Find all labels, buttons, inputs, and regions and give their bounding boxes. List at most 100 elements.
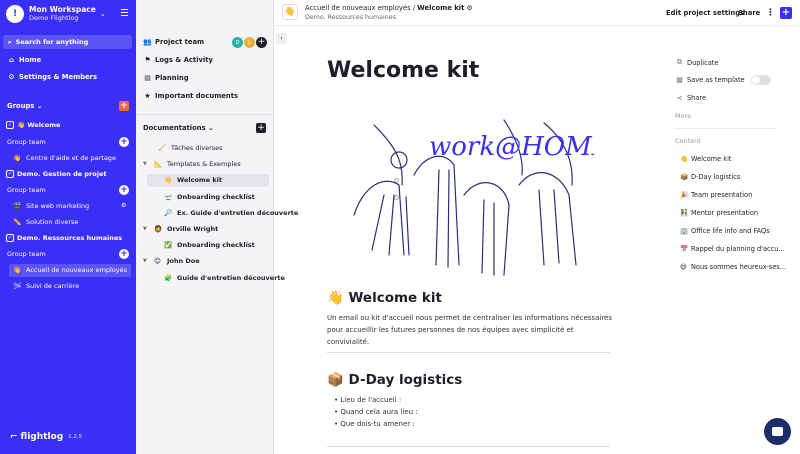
save-as-template-toggle[interactable] [751, 75, 771, 85]
settings-small-icon[interactable]: ⚙ [467, 4, 473, 12]
group-name: Demo. Ressources humaines [17, 234, 123, 242]
toc-item[interactable]: 📅 Rappel du planning d'accu... [680, 245, 785, 253]
add-documentation-button[interactable]: + [256, 123, 266, 133]
groups-header[interactable]: Groups ⌄ [7, 102, 42, 110]
group-ressources-humaines[interactable]: ✓ Demo. Ressources humaines [6, 234, 122, 242]
sidebar-item-home[interactable]: ⌂ Home [7, 56, 41, 64]
tree-item[interactable]: 🛫 Onboarding checklist [153, 193, 255, 201]
brand-name: flightlog [20, 432, 64, 442]
group-team-label[interactable]: Group team [7, 250, 46, 258]
breadcrumb-current: Welcome kit [417, 4, 465, 12]
duplicate-button[interactable]: ⧉ Duplicate [675, 58, 718, 67]
bullet-text: Quand cela aura lieu : [340, 408, 418, 416]
top-bar: 👋 Accueil de nouveaux employés / Welcome… [274, 0, 800, 26]
add-doc-button[interactable]: + [119, 249, 129, 259]
add-member-button[interactable]: + [256, 37, 267, 48]
panel-item-project-team[interactable]: 👥 Project team [143, 38, 204, 46]
group-gestion-projet[interactable]: ✓ Demo. Gestion de projet [6, 170, 106, 178]
section-paragraph: Un email ou kit d'accueil nous permet de… [327, 314, 612, 346]
doc-label: Suivi de carrière [26, 282, 80, 290]
groups-label: Groups [7, 102, 35, 110]
project-panel: 👥 Project team D L + ⚑ Logs & Activity ▤… [136, 0, 399, 454]
avatar[interactable]: D [232, 37, 243, 48]
toc-item[interactable]: 👫 Mentor presentation [680, 209, 758, 217]
more-link[interactable]: More [675, 112, 691, 120]
wave-icon: 👋 [13, 154, 22, 162]
main-sidebar: ! Mon Workspace Demo Flightlog ⌄ ⌕ Searc… [0, 0, 136, 454]
doc-label: Solution diverse [26, 218, 79, 226]
search-input[interactable]: ⌕ Search for anything [3, 35, 132, 49]
workspace-logo: ! [6, 5, 24, 23]
more-options-icon[interactable]: ⋮ [766, 8, 775, 18]
tree-item-label: John Doe [167, 257, 200, 265]
menu-icon[interactable] [121, 9, 128, 18]
collapse-panel-icon[interactable]: ‹ [276, 33, 287, 44]
group-welcome[interactable]: ✓ 👋 Welcome [6, 121, 60, 129]
tree-item[interactable]: ✅ Onboarding checklist [153, 241, 255, 249]
doc-emoji-icon[interactable]: 👋 [282, 4, 298, 20]
sidebar-doc-item[interactable]: 🎬 Site web marketing [13, 202, 89, 210]
magnifier-icon: 🔎 [164, 209, 173, 217]
edit-project-settings-button[interactable]: Edit project settings [666, 9, 744, 17]
workspace-switcher[interactable]: ! Mon Workspace Demo Flightlog ⌄ [6, 4, 106, 24]
toc-item[interactable]: 🏢 Office life info and FAQs [680, 227, 770, 235]
doc-label: Site web marketing [26, 202, 90, 210]
toc-label: Team presentation [691, 191, 753, 199]
add-button[interactable]: + [780, 7, 792, 19]
divider [327, 446, 610, 447]
tree-item[interactable]: 🧹 Tâches diverses [147, 144, 223, 152]
tree-folder[interactable]: ▼ 🧔 Orville Wright [143, 225, 218, 233]
toc-item[interactable]: 😄 Nous sommes heureux·ses... [680, 263, 786, 271]
tree-folder[interactable]: ▼ 😊 John Doe [143, 257, 200, 265]
add-doc-button[interactable]: + [119, 137, 129, 147]
panel-item-important-docs[interactable]: ★ Important documents [143, 92, 238, 100]
documentations-header[interactable]: Documentations ⌄ [143, 124, 214, 132]
breadcrumb: Accueil de nouveaux employés / Welcome k… [305, 4, 473, 12]
bullet-item: • Lieu de l'accueil : [334, 396, 402, 404]
panel-item-logs[interactable]: ⚑ Logs & Activity [143, 56, 213, 64]
panel-item-planning[interactable]: ▤ Planning [143, 74, 188, 82]
team-avatars[interactable]: D L + [232, 37, 267, 48]
clapper-icon: 🎬 [13, 202, 22, 210]
breadcrumb-group[interactable]: Demo. Ressources humaines [305, 14, 396, 21]
toc-label: Nous sommes heureux·ses... [691, 263, 787, 271]
sidebar-doc-item[interactable]: ✏️ Solution diverse [13, 218, 78, 226]
tree-item[interactable]: 🔎 Ex. Guide d'entretien découverte [153, 209, 298, 217]
group-team-label[interactable]: Group team [7, 186, 46, 194]
wave-icon: 👋 [680, 155, 689, 163]
sidebar-doc-item[interactable]: 👋 Centre d'aide et de partage [13, 154, 116, 162]
sidebar-doc-item-active[interactable]: 👋 Accueil de nouveaux employés [13, 266, 127, 274]
sidebar-doc-item[interactable]: 🛩 Suivi de carrière [13, 282, 79, 290]
settings-small-icon[interactable]: ⚙ [121, 202, 126, 209]
template-icon: ▦ [676, 76, 683, 84]
tree-folder[interactable]: ▼ 📐 Templates & Exemples [143, 160, 241, 168]
toc-item[interactable]: 🎉 Team presentation [680, 191, 752, 199]
toc-label: Mentor presentation [691, 209, 759, 217]
add-doc-button[interactable]: + [119, 185, 129, 195]
sidebar-item-settings[interactable]: ⚙ Settings & Members [7, 73, 97, 81]
caret-down-icon[interactable]: ▼ [143, 226, 151, 232]
group-team-label[interactable]: Group team [7, 138, 46, 146]
tree-item-active[interactable]: 👋 Welcome kit [153, 176, 222, 184]
share-action[interactable]: ⋖ Share [675, 94, 706, 102]
tree-item[interactable]: 🧩 Guide d'entretien découverte [153, 274, 285, 282]
chat-support-button[interactable] [764, 418, 791, 445]
add-group-button[interactable]: + [119, 101, 129, 111]
tree-item-label: Onboarding checklist [177, 241, 255, 249]
caret-down-icon[interactable]: ▼ [143, 258, 151, 264]
tree-item-label: Ex. Guide d'entretien découverte [177, 209, 299, 217]
workspace-title: Mon Workspace [29, 5, 96, 14]
copy-icon: ⧉ [677, 58, 682, 66]
toc-item[interactable]: 👋 Welcome kit [680, 155, 732, 163]
people-icon: 👫 [680, 209, 689, 217]
toc-item[interactable]: 📦 D-Day logistics [680, 173, 740, 181]
save-as-template-row[interactable]: ▦ Save as template [675, 76, 744, 84]
divider [675, 128, 775, 129]
caret-down-icon[interactable]: ▼ [143, 161, 151, 167]
chevron-down-icon: ⌄ [99, 10, 106, 18]
party-icon: 🎉 [680, 191, 689, 199]
flag-icon: ⚑ [144, 56, 151, 64]
avatar[interactable]: L [244, 37, 255, 48]
breadcrumb-parent[interactable]: Accueil de nouveaux employés [305, 4, 411, 12]
share-button[interactable]: Share [738, 9, 760, 17]
